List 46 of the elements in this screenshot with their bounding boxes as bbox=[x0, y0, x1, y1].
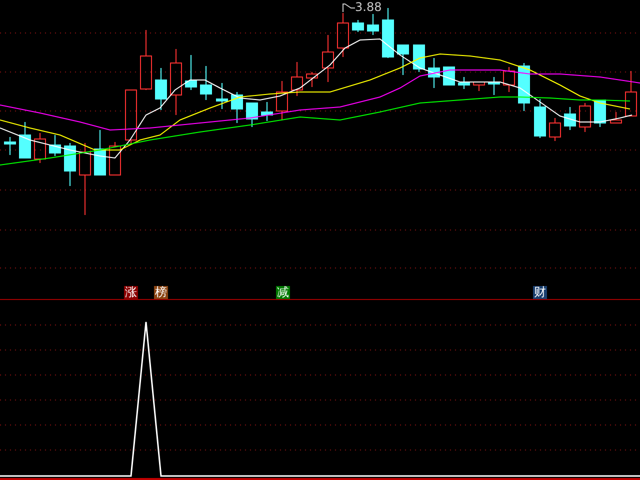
signal-tag: 减 bbox=[276, 286, 290, 299]
candlestick bbox=[34, 132, 46, 164]
candlestick bbox=[322, 34, 334, 82]
candlestick bbox=[397, 44, 409, 76]
candlestick bbox=[337, 12, 349, 58]
candlestick bbox=[246, 102, 258, 128]
candlestick bbox=[367, 14, 379, 36]
candlestick bbox=[579, 102, 591, 132]
candlestick bbox=[625, 70, 637, 116]
high-price-label: 3.88 bbox=[355, 0, 382, 14]
candlestick bbox=[518, 62, 530, 112]
signal-tag: 涨 bbox=[124, 286, 138, 299]
candlestick bbox=[382, 8, 394, 58]
candlestick bbox=[231, 92, 243, 124]
candlestick bbox=[4, 136, 16, 156]
candlestick bbox=[306, 72, 318, 88]
candlestick bbox=[564, 106, 576, 130]
candlestick bbox=[216, 82, 228, 110]
candlestick bbox=[64, 142, 76, 186]
candlestick bbox=[291, 62, 303, 96]
candlestick bbox=[200, 66, 212, 100]
candlestick bbox=[428, 58, 440, 88]
candlestick bbox=[473, 82, 485, 92]
candlestick bbox=[19, 122, 31, 158]
candlestick bbox=[443, 66, 455, 86]
candlestick bbox=[352, 20, 364, 32]
candlestick bbox=[185, 54, 197, 90]
candlestick bbox=[49, 134, 61, 156]
candlestick bbox=[458, 76, 470, 90]
candlestick bbox=[94, 130, 106, 176]
candlestick bbox=[261, 102, 273, 122]
candlestick bbox=[549, 118, 561, 142]
candlestick bbox=[610, 112, 622, 124]
candlestick bbox=[413, 44, 425, 72]
signal-tag: 财 bbox=[533, 286, 547, 299]
candlestick bbox=[125, 90, 137, 146]
candlestick bbox=[488, 76, 500, 96]
candlestick bbox=[170, 48, 182, 116]
flag-icon bbox=[342, 4, 356, 12]
candlestick bbox=[140, 30, 152, 90]
candlestick bbox=[155, 68, 167, 110]
candlestick bbox=[534, 98, 546, 138]
candlestick bbox=[109, 142, 121, 176]
candlestick bbox=[276, 80, 288, 120]
candlestick bbox=[503, 66, 515, 92]
signal-tag: 榜 bbox=[154, 286, 168, 299]
